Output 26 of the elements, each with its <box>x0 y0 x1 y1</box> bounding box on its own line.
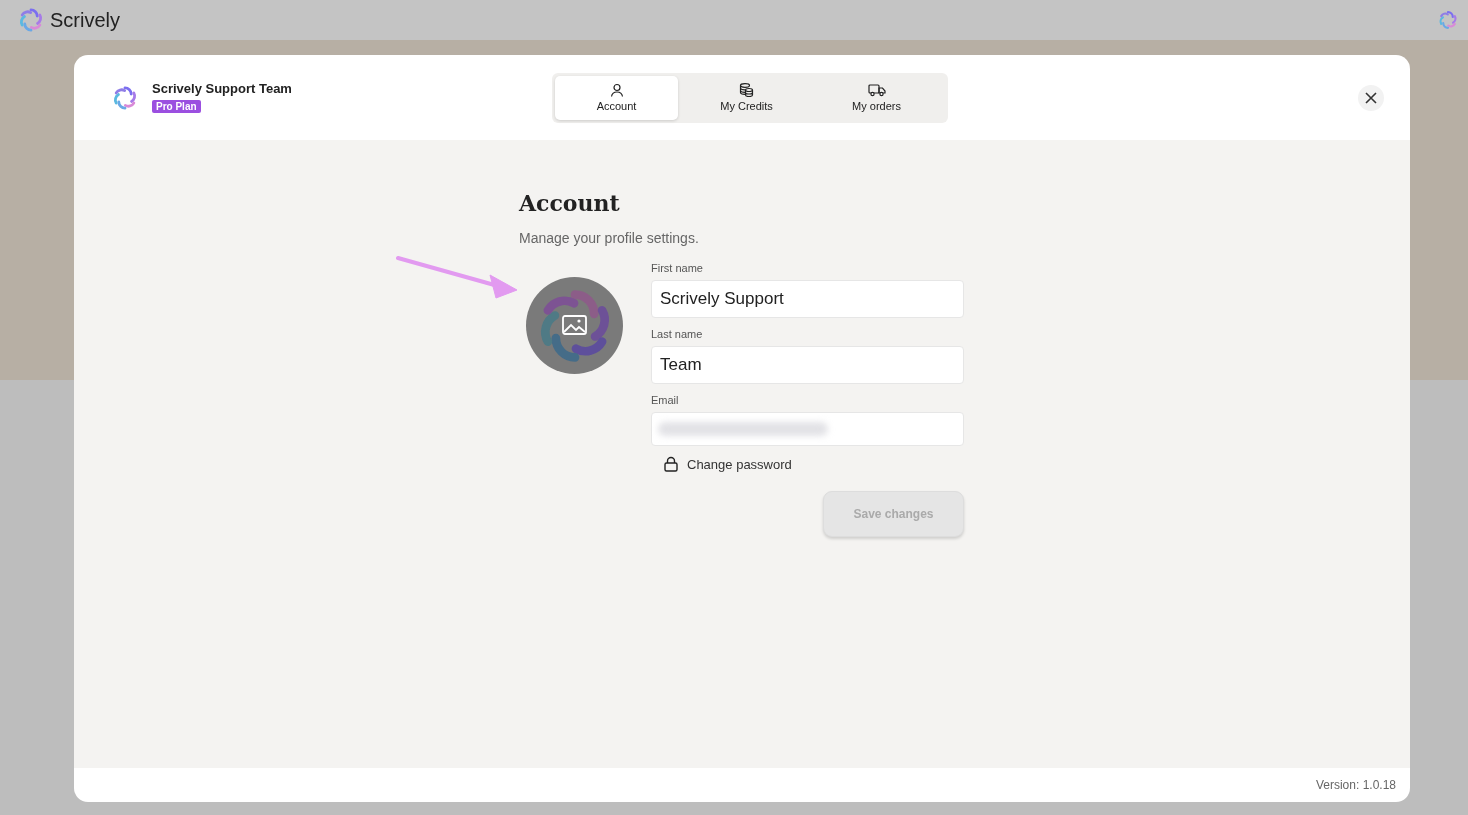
tab[interactable]: My orders <box>815 75 938 120</box>
logo-icon <box>18 7 44 33</box>
user-name: Scrively Support Team <box>152 81 292 96</box>
brand-name: Scrively <box>50 8 120 32</box>
tab[interactable]: Account <box>555 75 678 120</box>
version-label: Version: 1.0.18 <box>1315 778 1396 792</box>
logo-icon <box>112 84 138 111</box>
page-title: Account <box>519 190 621 216</box>
close-icon <box>1365 92 1377 104</box>
plan-badge: Pro Plan <box>152 100 201 113</box>
input-field[interactable]: Team <box>651 346 964 384</box>
change-password-link[interactable]: Change password <box>663 456 792 472</box>
field-label: Email <box>651 394 680 406</box>
truck-icon <box>867 83 886 97</box>
input-field[interactable] <box>651 412 964 446</box>
logo-icon <box>1438 10 1458 30</box>
page-subtitle: Manage your profile settings. <box>519 230 700 246</box>
tab[interactable]: My Credits <box>685 75 808 120</box>
field-label: Last name <box>651 328 704 340</box>
field-label: First name <box>651 262 704 274</box>
input-field[interactable]: Scrively Support <box>651 280 964 318</box>
close-button[interactable] <box>1358 85 1384 111</box>
person-icon <box>609 83 624 97</box>
image-icon <box>562 315 587 335</box>
lock-icon <box>663 456 679 472</box>
coins-icon <box>739 83 754 97</box>
